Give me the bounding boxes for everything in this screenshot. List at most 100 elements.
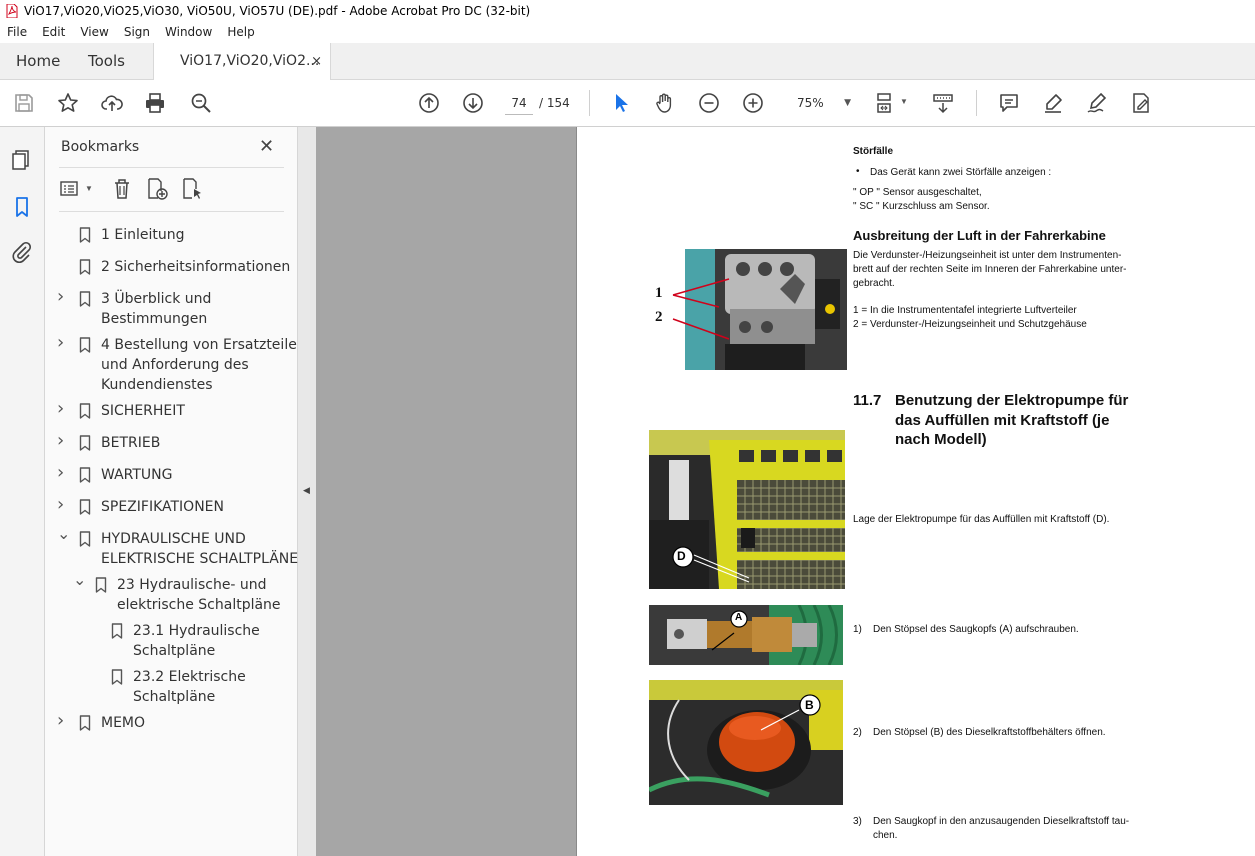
fill-sign-icon[interactable] bbox=[1129, 91, 1153, 115]
zoom-select[interactable]: 75% ▼ bbox=[789, 91, 855, 115]
callout-1: 1 bbox=[655, 285, 663, 301]
bookmark-icon bbox=[79, 403, 91, 419]
select-cursor-icon[interactable] bbox=[609, 91, 633, 115]
section-title-3: nach Modell) bbox=[895, 431, 987, 448]
acrobat-pdf-icon bbox=[6, 4, 18, 18]
chevron-right-icon[interactable]: › bbox=[57, 711, 71, 731]
toolbar-separator bbox=[589, 90, 590, 116]
title-bar: ViO17,ViO20,ViO25,ViO30, ViO50U, ViO57U … bbox=[0, 0, 1255, 22]
page-thumbnails-icon[interactable] bbox=[10, 148, 34, 172]
bookmarks-title: Bookmarks bbox=[61, 139, 140, 155]
next-page-icon[interactable] bbox=[461, 91, 485, 115]
bookmark-icon bbox=[79, 531, 91, 547]
chevron-left-icon: ◀ bbox=[303, 485, 310, 495]
save-icon[interactable] bbox=[12, 91, 36, 115]
tab-close-icon[interactable]: × bbox=[311, 43, 322, 80]
zoom-search-icon[interactable] bbox=[189, 91, 213, 115]
bookmark-item[interactable]: 1 Einleitung bbox=[57, 225, 297, 245]
zoom-in-icon[interactable] bbox=[741, 91, 765, 115]
bookmark-icon bbox=[79, 259, 91, 275]
bullet-icon: • bbox=[856, 166, 860, 177]
tab-home[interactable]: Home bbox=[16, 43, 60, 80]
step-1-text: Den Stöpsel des Saugkopfs (A) aufschraub… bbox=[873, 624, 1079, 635]
bookmark-label: SPEZIFIKATIONEN bbox=[101, 499, 224, 515]
bookmark-item[interactable]: › MEMO bbox=[57, 711, 297, 733]
bookmark-item[interactable]: 2 Sicherheitsinformationen bbox=[57, 257, 297, 277]
menu-edit[interactable]: Edit bbox=[35, 25, 73, 39]
sign-pen-icon[interactable] bbox=[1085, 91, 1109, 115]
callout-2: 2 bbox=[655, 309, 663, 325]
chevron-down-icon[interactable]: ⌄ bbox=[73, 570, 87, 590]
bookmark-item[interactable]: ⌄ HYDRAULISCHE UND ELEKTRISCHE SCHALTPLÄN… bbox=[57, 524, 299, 569]
bookmark-item[interactable]: › BETRIEB bbox=[57, 431, 297, 453]
tab-document[interactable]: ViO17,ViO20,ViO2... × bbox=[153, 43, 331, 81]
comment-icon[interactable] bbox=[997, 91, 1021, 115]
bookmark-label: 23 Hydraulische- und elektrische Schaltp… bbox=[117, 577, 281, 613]
chevron-down-icon: ▼ bbox=[844, 98, 851, 108]
menu-bar: File Edit View Sign Window Help bbox=[0, 22, 1255, 42]
chevron-right-icon[interactable]: › bbox=[57, 495, 71, 515]
menu-file[interactable]: File bbox=[0, 25, 35, 39]
bookmark-item[interactable]: › WARTUNG bbox=[57, 463, 297, 485]
bookmark-item[interactable]: 23.2 Elektrische Schaltpläne bbox=[89, 667, 297, 707]
chevron-right-icon[interactable]: › bbox=[57, 399, 71, 419]
bookmark-item[interactable]: › 3 Überblick und Bestimmungen bbox=[57, 287, 297, 329]
sc-line: " SC " Kurzschluss am Sensor. bbox=[853, 201, 990, 212]
find-bookmark-icon[interactable] bbox=[180, 177, 204, 201]
panel-collapse-handle[interactable]: ◀ bbox=[298, 127, 316, 856]
bookmark-label: 1 Einleitung bbox=[101, 227, 185, 243]
star-icon[interactable] bbox=[56, 91, 80, 115]
pump-location-text: Lage der Elektropumpe für das Auffüllen … bbox=[853, 514, 1110, 525]
previous-page-icon[interactable] bbox=[417, 91, 441, 115]
bookmark-item[interactable]: › 4 Bestellung von Ersatzteilen und Anfor… bbox=[57, 333, 306, 395]
air-body-2: brett auf der rechten Seite im Inneren d… bbox=[853, 264, 1127, 275]
tank-cap-photo: B bbox=[649, 680, 843, 805]
page-number-input[interactable] bbox=[505, 91, 533, 115]
window-title: ViO17,ViO20,ViO25,ViO30, ViO50U, ViO57U … bbox=[24, 4, 531, 18]
pump-location-photo: D bbox=[649, 430, 845, 589]
delete-bookmark-icon[interactable] bbox=[110, 177, 134, 201]
chevron-right-icon[interactable]: › bbox=[57, 333, 71, 353]
step-3-text-a: Den Saugkopf in den anzusaugenden Diesel… bbox=[873, 816, 1130, 827]
toolbar: 75% ▼ ▼ bbox=[0, 80, 1255, 127]
menu-view[interactable]: View bbox=[73, 25, 116, 39]
chevron-down-icon[interactable]: ▼ bbox=[85, 184, 93, 193]
bookmark-panel-icon[interactable] bbox=[10, 195, 34, 219]
document-viewport[interactable]: Störfälle • Das Gerät kann zwei Störfäll… bbox=[316, 127, 1255, 856]
bookmark-label: 23.1 Hydraulische Schaltpläne bbox=[133, 623, 260, 659]
hand-tool-icon[interactable] bbox=[653, 91, 677, 115]
highlight-pen-icon[interactable] bbox=[1041, 91, 1065, 115]
print-icon[interactable] bbox=[143, 91, 167, 115]
label-b: B bbox=[805, 698, 814, 712]
air-body-3: gebracht. bbox=[853, 278, 895, 289]
menu-help[interactable]: Help bbox=[220, 25, 262, 39]
divider bbox=[59, 211, 284, 212]
menu-window[interactable]: Window bbox=[158, 25, 220, 39]
scroll-mode-icon[interactable] bbox=[931, 91, 955, 115]
bookmark-icon bbox=[111, 669, 123, 685]
chevron-down-icon[interactable]: ▼ bbox=[900, 97, 908, 106]
bookmark-icon bbox=[79, 291, 91, 307]
chevron-right-icon[interactable]: › bbox=[57, 287, 71, 307]
tab-tools[interactable]: Tools bbox=[88, 43, 125, 80]
bookmark-item[interactable]: 23.1 Hydraulische Schaltpläne bbox=[89, 621, 297, 661]
chevron-down-icon[interactable]: ⌄ bbox=[57, 524, 71, 544]
page-fit-icon[interactable] bbox=[874, 91, 898, 115]
bookmark-item[interactable]: › SICHERHEIT bbox=[57, 399, 297, 421]
close-icon[interactable]: ✕ bbox=[259, 136, 274, 157]
new-bookmark-icon[interactable] bbox=[145, 177, 169, 201]
bookmark-item[interactable]: › SPEZIFIKATIONEN bbox=[57, 495, 297, 517]
chevron-right-icon[interactable]: › bbox=[57, 463, 71, 483]
label-d: D bbox=[677, 549, 686, 563]
bookmark-options-icon[interactable] bbox=[59, 177, 83, 201]
cloud-upload-icon[interactable] bbox=[100, 91, 124, 115]
zoom-value: 75% bbox=[797, 96, 824, 110]
attachments-icon[interactable] bbox=[10, 240, 34, 264]
bookmark-label: WARTUNG bbox=[101, 467, 173, 483]
pdf-page: Störfälle • Das Gerät kann zwei Störfäll… bbox=[576, 127, 1255, 856]
zoom-out-icon[interactable] bbox=[697, 91, 721, 115]
chevron-right-icon[interactable]: › bbox=[57, 431, 71, 451]
menu-sign[interactable]: Sign bbox=[117, 25, 158, 39]
bookmark-label: HYDRAULISCHE UND ELEKTRISCHE SCHALTPLÄNE bbox=[101, 531, 299, 567]
bookmark-item[interactable]: ⌄ 23 Hydraulische- und elektrische Schalt… bbox=[73, 570, 297, 615]
